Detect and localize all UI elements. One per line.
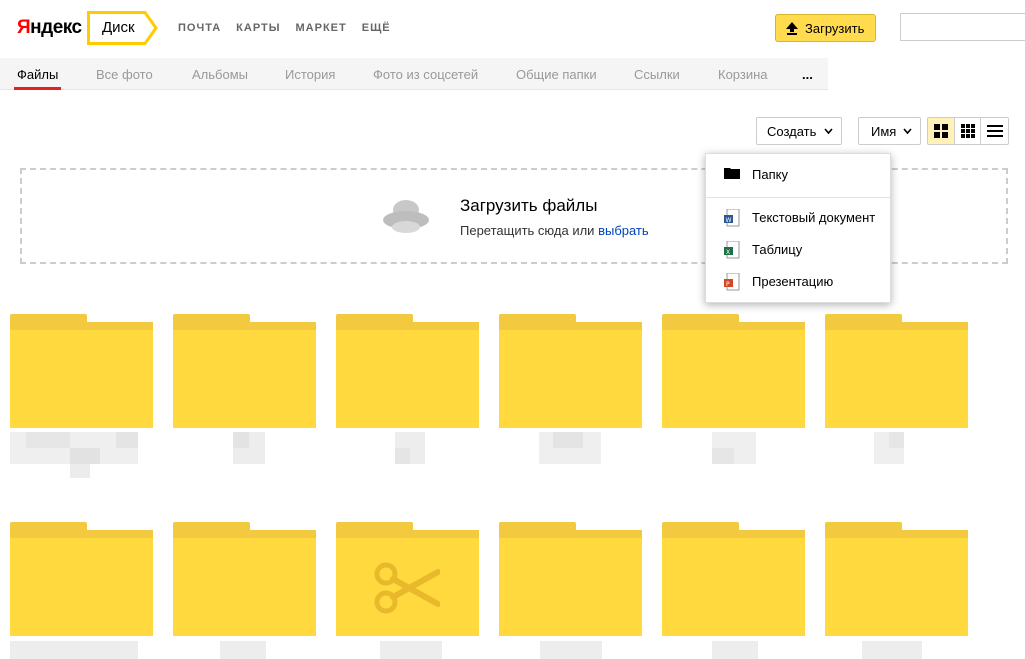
menu-item-text-document[interactable]: W Текстовый документ bbox=[706, 203, 892, 233]
svg-text:X: X bbox=[726, 249, 730, 256]
view-mode-switch bbox=[927, 117, 1009, 145]
search-input[interactable] bbox=[900, 13, 1025, 41]
tab-files[interactable]: Файлы bbox=[17, 67, 58, 82]
yandex-logo[interactable]: Яндекс bbox=[17, 17, 82, 39]
nav-maps[interactable]: КАРТЫ bbox=[236, 22, 280, 34]
folder-item[interactable] bbox=[336, 314, 479, 428]
folder-item[interactable] bbox=[173, 314, 316, 428]
tab-all-photos[interactable]: Все фото bbox=[96, 67, 153, 82]
upload-arrow-icon bbox=[785, 21, 799, 38]
folder-item[interactable] bbox=[499, 522, 642, 636]
folder-name-blurred bbox=[712, 641, 758, 659]
chevron-down-icon bbox=[903, 125, 912, 140]
folder-item[interactable] bbox=[499, 314, 642, 428]
folder-name-blurred bbox=[10, 641, 138, 659]
menu-item-folder[interactable]: Папку bbox=[706, 160, 892, 190]
service-name-disk[interactable]: Диск bbox=[87, 11, 158, 45]
nav-market[interactable]: МАРКЕТ bbox=[296, 22, 347, 34]
tab-trash[interactable]: Корзина bbox=[718, 67, 768, 82]
large-grid-icon bbox=[934, 124, 948, 138]
dropzone-title: Загрузить файлы bbox=[460, 196, 598, 215]
word-doc-icon: W bbox=[724, 208, 740, 230]
menu-item-presentation[interactable]: P Презентацию bbox=[706, 267, 892, 297]
folder-item[interactable] bbox=[825, 522, 968, 636]
folder-icon bbox=[724, 166, 740, 183]
tab-shared-folders[interactable]: Общие папки bbox=[516, 67, 597, 82]
small-grid-icon bbox=[960, 124, 975, 138]
folder-item-cut[interactable] bbox=[336, 522, 479, 636]
folder-item[interactable] bbox=[10, 314, 153, 428]
folder-item[interactable] bbox=[173, 522, 316, 636]
tab-links[interactable]: Ссылки bbox=[634, 67, 680, 82]
sort-button[interactable]: Имя bbox=[858, 117, 921, 145]
folder-name-blurred bbox=[395, 432, 425, 464]
chevron-down-icon bbox=[824, 125, 833, 140]
folder-name-blurred bbox=[874, 432, 904, 464]
folder-item[interactable] bbox=[10, 522, 153, 636]
flying-saucer-icon bbox=[382, 194, 430, 243]
view-small-icons-button[interactable] bbox=[955, 118, 982, 144]
choose-files-link[interactable]: выбрать bbox=[598, 223, 649, 238]
folder-name-blurred bbox=[712, 432, 756, 464]
folder-name-blurred bbox=[540, 641, 602, 659]
tab-history[interactable]: История bbox=[285, 67, 335, 82]
svg-text:P: P bbox=[726, 281, 730, 288]
excel-sheet-icon: X bbox=[724, 240, 740, 262]
folder-name-blurred bbox=[539, 432, 601, 464]
active-tab-indicator bbox=[14, 87, 61, 90]
folder-name-blurred bbox=[10, 432, 138, 478]
create-menu: Папку W Текстовый документ X Таблицу P П… bbox=[705, 153, 891, 303]
menu-item-spreadsheet[interactable]: X Таблицу bbox=[706, 235, 892, 265]
tab-more[interactable]: ... bbox=[802, 67, 813, 82]
header: Яндекс Диск ПОЧТА КАРТЫ МАРКЕТ ЕЩЁ Загрузит… bbox=[0, 0, 1025, 58]
folder-name-blurred bbox=[380, 641, 442, 659]
menu-divider bbox=[706, 197, 890, 198]
top-nav: ПОЧТА КАРТЫ МАРКЕТ ЕЩЁ bbox=[178, 22, 406, 34]
folder-name-blurred bbox=[862, 641, 922, 659]
scissors-icon bbox=[374, 560, 441, 621]
svg-text:W: W bbox=[726, 217, 732, 224]
list-icon bbox=[987, 125, 1004, 137]
dropzone-subtitle: Перетащить сюда или выбрать bbox=[460, 223, 649, 238]
nav-more[interactable]: ЕЩЁ bbox=[362, 22, 391, 34]
tab-social-photos[interactable]: Фото из соцсетей bbox=[373, 67, 478, 82]
folder-item[interactable] bbox=[662, 314, 805, 428]
folder-item[interactable] bbox=[662, 522, 805, 636]
tab-albums[interactable]: Альбомы bbox=[192, 67, 248, 82]
folder-name-blurred bbox=[220, 641, 266, 659]
create-button[interactable]: Создать bbox=[756, 117, 842, 145]
view-large-icons-button[interactable] bbox=[928, 118, 955, 144]
powerpoint-icon: P bbox=[724, 272, 740, 294]
view-list-button[interactable] bbox=[981, 118, 1008, 144]
upload-button[interactable]: Загрузить bbox=[775, 14, 876, 42]
nav-mail[interactable]: ПОЧТА bbox=[178, 22, 221, 34]
folder-item[interactable] bbox=[825, 314, 968, 428]
section-tabs: Файлы Все фото Альбомы История Фото из с… bbox=[0, 58, 828, 90]
folder-name-blurred bbox=[233, 432, 265, 464]
